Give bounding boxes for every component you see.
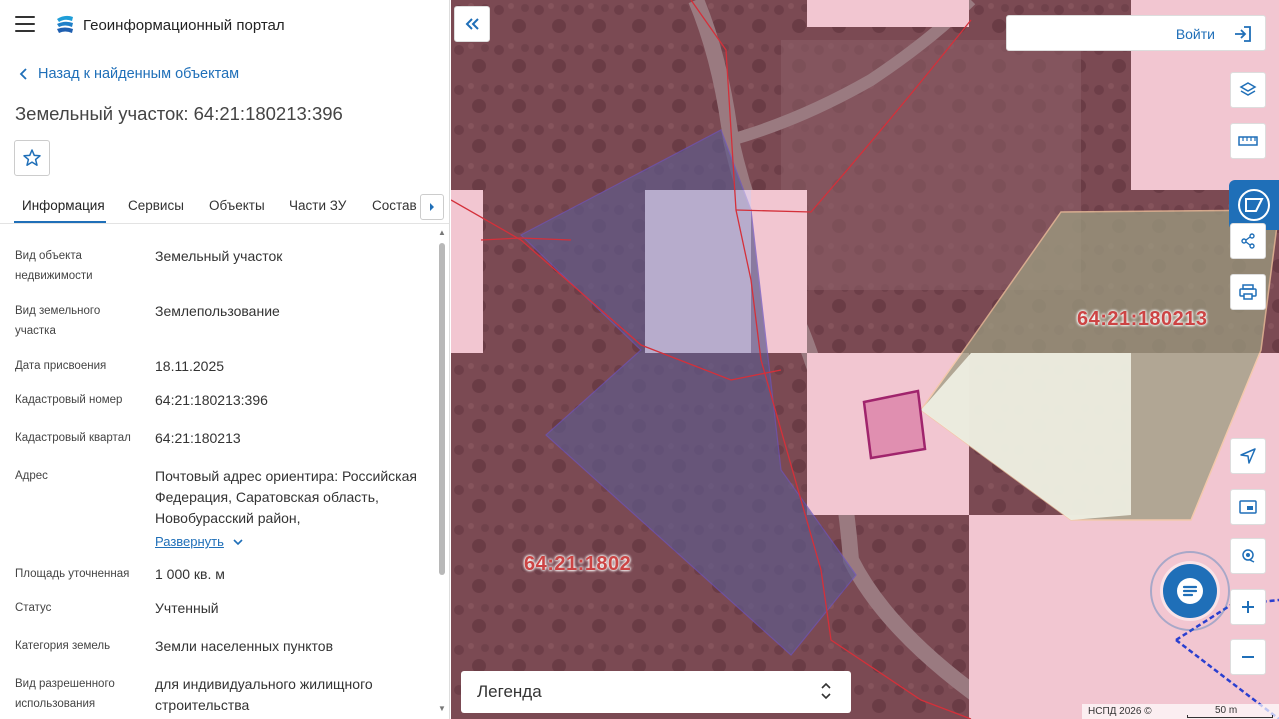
scroll-down-arrow-icon[interactable]: ▼ bbox=[438, 704, 446, 713]
expand-link-label: Развернуть bbox=[155, 534, 224, 549]
tab-objects[interactable]: Объекты bbox=[209, 198, 265, 213]
property-value: Учтенный bbox=[155, 600, 219, 616]
property-label: Кадастровый номер bbox=[15, 394, 123, 406]
collapse-panel-button[interactable] bbox=[454, 6, 490, 42]
minus-icon bbox=[1242, 656, 1254, 658]
property-label: Категория земель bbox=[15, 640, 111, 652]
property-label: Вид объекта недвижимости bbox=[15, 250, 93, 282]
property-value: 1 000 кв. м bbox=[155, 566, 225, 582]
panel-header: Геоинформационный портал bbox=[0, 0, 449, 52]
quarter-label-right: 64:21:180213 bbox=[1077, 308, 1208, 330]
property-value: Земельный участок bbox=[155, 248, 283, 264]
property-label: Кадастровый квартал bbox=[15, 432, 131, 444]
zoom-in-button[interactable] bbox=[1230, 589, 1266, 625]
property-label: Статус bbox=[15, 602, 52, 614]
properties-scrollbar[interactable]: ▲ ▼ bbox=[436, 228, 448, 719]
hamburger-icon[interactable] bbox=[15, 16, 35, 32]
property-value: Землепользование bbox=[155, 303, 280, 319]
selected-parcel[interactable] bbox=[862, 389, 927, 460]
back-to-results-link[interactable]: Назад к найденным объектам bbox=[18, 66, 239, 82]
properties-list: Вид объекта недвижимости Земельный участ… bbox=[0, 240, 436, 719]
layers-icon bbox=[1239, 82, 1257, 96]
parcel-blue-tile bbox=[645, 190, 751, 353]
measure-button[interactable] bbox=[1230, 123, 1266, 159]
property-label: Вид земельного участка bbox=[15, 305, 101, 337]
minimap-button[interactable] bbox=[1230, 489, 1266, 525]
scale-bar bbox=[1187, 715, 1273, 718]
address-block: Почтовый адрес ориентира: Российская Фед… bbox=[155, 466, 430, 552]
print-button[interactable] bbox=[1230, 274, 1266, 310]
tab-information[interactable]: Информация bbox=[22, 198, 105, 213]
chat-button[interactable] bbox=[1163, 564, 1217, 618]
printer-icon bbox=[1239, 284, 1257, 300]
plus-icon bbox=[1242, 601, 1254, 613]
property-value: 64:21:180213:396 bbox=[155, 392, 268, 408]
portal-logo-icon bbox=[57, 15, 73, 33]
object-title: Земельный участок: 64:21:180213:396 bbox=[15, 103, 343, 124]
property-value: 64:21:180213 bbox=[155, 430, 241, 446]
portal-title: Геоинформационный портал bbox=[83, 17, 285, 34]
property-label: Дата присвоения bbox=[15, 360, 107, 372]
favorite-button[interactable] bbox=[14, 140, 50, 176]
caret-right-icon bbox=[430, 203, 434, 211]
quarter-label-left: 64:21:1802 bbox=[524, 553, 632, 575]
legend-dropdown[interactable]: Легенда bbox=[461, 671, 851, 713]
map-tile-blank bbox=[451, 190, 483, 353]
zoom-out-button[interactable] bbox=[1230, 639, 1266, 675]
geolocation-button[interactable] bbox=[1230, 438, 1266, 474]
tabs-scroll-right-button[interactable] bbox=[420, 194, 444, 220]
tab-parts[interactable]: Части ЗУ bbox=[289, 198, 346, 213]
property-value: для индивидуального жилищного строительс… bbox=[155, 676, 373, 713]
share-icon bbox=[1241, 233, 1255, 249]
scroll-up-arrow-icon[interactable]: ▲ bbox=[438, 228, 446, 237]
location-search-button[interactable] bbox=[1230, 538, 1266, 574]
scroll-thumb[interactable] bbox=[439, 243, 445, 575]
property-label: Вид разрешенного использования bbox=[15, 678, 115, 710]
map-tile-blank bbox=[807, 0, 969, 27]
login-label: Войти bbox=[1175, 26, 1215, 42]
tab-services[interactable]: Сервисы bbox=[128, 198, 184, 213]
location-pin-icon bbox=[1242, 549, 1255, 563]
info-panel: Геоинформационный портал Назад к найденн… bbox=[0, 0, 450, 719]
property-label: Адрес bbox=[15, 470, 48, 482]
legend-label: Легенда bbox=[477, 682, 542, 701]
share-button[interactable] bbox=[1230, 223, 1266, 259]
chat-icon bbox=[1177, 578, 1203, 604]
property-value: Земли населенных пунктов bbox=[155, 638, 334, 654]
object-tabs: Информация Сервисы Объекты Части ЗУ Сост… bbox=[0, 186, 449, 224]
property-label: Площадь уточненная bbox=[15, 568, 130, 580]
navigation-arrow-icon bbox=[1240, 448, 1256, 464]
chevron-down-icon bbox=[233, 538, 243, 545]
login-icon bbox=[1235, 26, 1251, 42]
property-value: 18.11.2025 bbox=[155, 358, 225, 374]
expand-address-link[interactable]: Развернуть bbox=[155, 531, 244, 552]
back-link-label: Назад к найденным объектам bbox=[38, 66, 240, 82]
expand-address-link-wrap: Развернуть bbox=[155, 531, 430, 552]
double-chevron-left-icon bbox=[465, 18, 479, 30]
map-attribution: НСПД 2026 © 50 m bbox=[1082, 704, 1279, 719]
chevron-up-down-icon bbox=[821, 682, 831, 700]
star-icon bbox=[23, 149, 41, 166]
ruler-icon bbox=[1238, 136, 1258, 146]
login-button[interactable]: Войти bbox=[1006, 15, 1266, 51]
property-value: Почтовый адрес ориентира: Российская Фед… bbox=[155, 468, 417, 526]
chevron-left-icon bbox=[19, 68, 27, 80]
tab-composition[interactable]: Состав bbox=[372, 198, 417, 213]
layers-button[interactable] bbox=[1230, 72, 1266, 108]
attribution-text: НСПД 2026 © bbox=[1088, 706, 1152, 717]
picture-in-picture-icon bbox=[1239, 500, 1257, 514]
active-tab-indicator bbox=[14, 221, 106, 223]
nspd-logo-icon bbox=[1238, 189, 1270, 221]
